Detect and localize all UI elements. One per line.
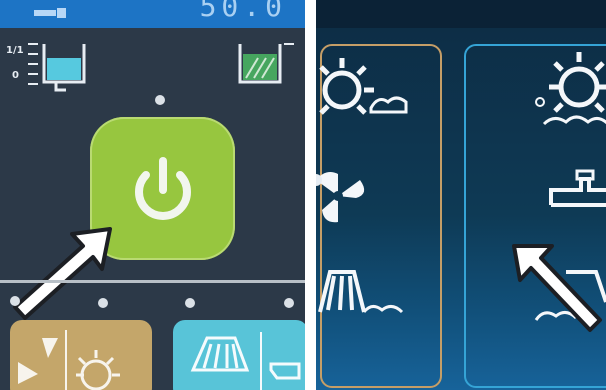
power-icon bbox=[135, 157, 191, 220]
indicator-dot-4 bbox=[284, 298, 294, 308]
right-control-panel bbox=[316, 0, 606, 390]
display-readout: 50.0 bbox=[199, 0, 287, 23]
top-dark-bar bbox=[316, 0, 606, 28]
divider-line bbox=[0, 280, 305, 283]
cleaning-tile[interactable] bbox=[173, 320, 305, 390]
pointer-arrow-icon bbox=[512, 244, 602, 332]
water-tank-icon bbox=[28, 43, 86, 92]
tank-level-top-label: 1/1 bbox=[6, 45, 24, 56]
indicator-dot-1 bbox=[10, 296, 20, 306]
battery-indicator-icon bbox=[34, 8, 66, 18]
indicator-dot-top bbox=[155, 95, 165, 105]
sun-icon-left bbox=[319, 58, 408, 115]
waste-tank-icon bbox=[238, 43, 294, 84]
fan-sun-icon bbox=[18, 330, 120, 390]
ventilation-sun-tile[interactable] bbox=[10, 320, 152, 390]
brush-icon-left bbox=[318, 270, 404, 314]
pointer-arrow-icon bbox=[13, 227, 112, 320]
top-status-bar: 50.0 bbox=[0, 0, 305, 28]
indicator-dot-2 bbox=[98, 298, 108, 308]
faucet-icon bbox=[549, 169, 606, 207]
tank-level-bottom-label: 0 bbox=[12, 70, 19, 81]
fan-icon bbox=[316, 172, 365, 223]
indicator-dot-3 bbox=[185, 298, 195, 308]
left-control-panel: 50.0 1/1 0 bbox=[0, 0, 305, 390]
sun-icon-right bbox=[535, 52, 606, 126]
brush-icon bbox=[190, 332, 301, 390]
